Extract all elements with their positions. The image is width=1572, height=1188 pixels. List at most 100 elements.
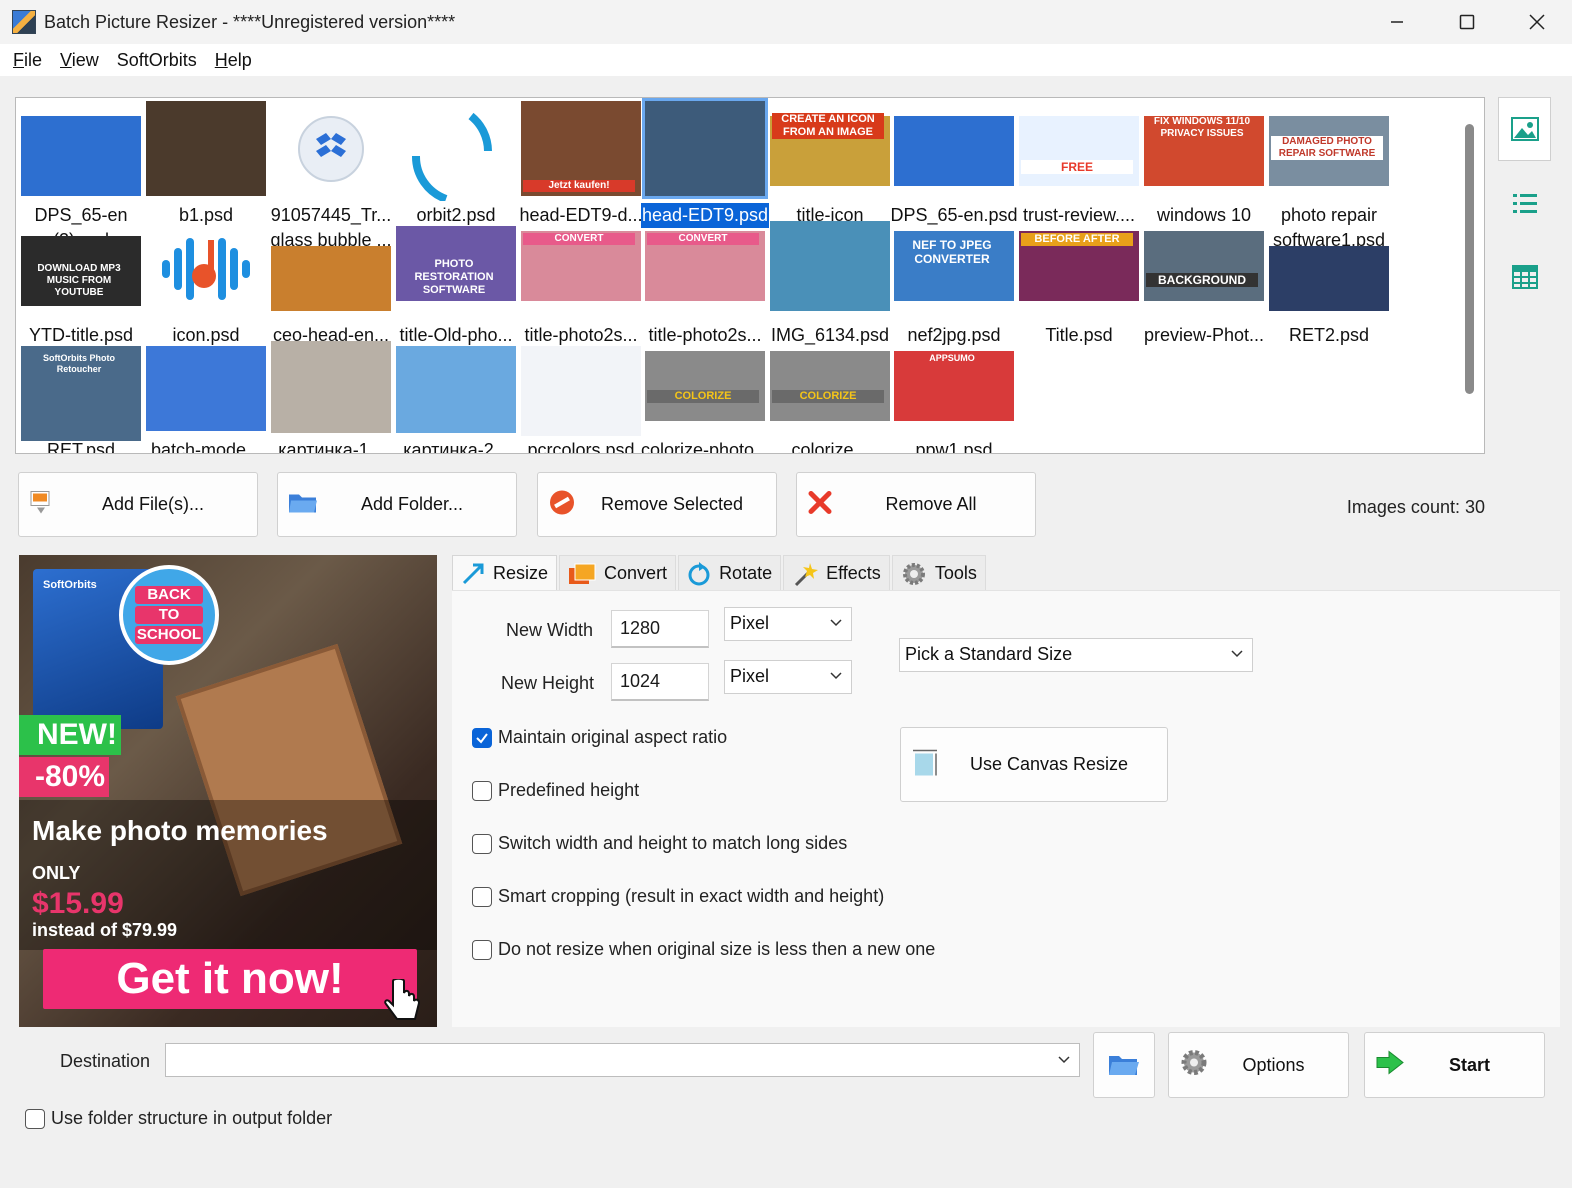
thumbnail-image xyxy=(396,346,516,433)
thumbnail-image xyxy=(642,98,768,199)
destination-combobox[interactable] xyxy=(165,1043,1080,1077)
thumbnail-item[interactable]: RET2.psd xyxy=(1267,98,1391,345)
menu-help[interactable]: Help xyxy=(206,50,261,71)
title-bar: Batch Picture Resizer - ****Unregistered… xyxy=(0,0,1572,44)
promo-discount: -80% xyxy=(19,757,109,797)
thumbnail-label: photo repair xyxy=(1280,205,1378,225)
list-view-button[interactable] xyxy=(1498,171,1551,235)
browse-destination-button[interactable] xyxy=(1093,1032,1155,1098)
thumbnail-label: title-Old-pho... xyxy=(399,325,513,345)
folder-structure-label: Use folder structure in output folder xyxy=(51,1108,333,1128)
resize-option[interactable]: Predefined height xyxy=(472,780,639,801)
maximize-button[interactable] xyxy=(1432,0,1502,44)
promo-headline: Make photo memories xyxy=(32,815,328,846)
settings-tabs: Resize Convert Rotate Effects Tools xyxy=(452,555,988,591)
convert-icon xyxy=(568,562,596,586)
thumbnail-image xyxy=(146,346,266,431)
thumbnail-label: ppw1.psd xyxy=(915,440,993,454)
standard-size-select[interactable]: Pick a Standard Size xyxy=(899,638,1253,672)
thumbnail-item[interactable]: colorize... xyxy=(768,98,892,453)
thumbnail-label: 91057445_Tr... xyxy=(270,205,392,225)
resize-option[interactable]: Maintain original aspect ratio xyxy=(472,727,727,748)
thumbnail-view-button[interactable] xyxy=(1498,97,1551,161)
promo-badge-line2: TO xyxy=(135,606,203,624)
thumbnail-caption: COLORIZE xyxy=(772,390,884,403)
add-folder-button[interactable]: Add Folder... xyxy=(277,472,517,537)
tab-rotate[interactable]: Rotate xyxy=(678,555,782,591)
resize-option-checkbox[interactable] xyxy=(472,833,492,854)
thumbnail-label: DPS_65-en xyxy=(34,205,128,225)
resize-option[interactable]: Smart cropping (result in exact width an… xyxy=(472,886,884,907)
menu-view[interactable]: View xyxy=(51,50,108,71)
thumbnail-caption: NEF TO JPEG CONVERTER xyxy=(896,238,1008,266)
folder-structure-option[interactable]: Use folder structure in output folder xyxy=(25,1108,332,1129)
close-button[interactable] xyxy=(1502,0,1572,44)
thumbnail-label: картинка-1... xyxy=(278,440,384,454)
promo-get-it-now-button[interactable]: Get it now! xyxy=(43,949,417,1009)
thumbnail-image xyxy=(770,221,890,311)
menu-softorbits[interactable]: SoftOrbits xyxy=(108,50,206,71)
thumbnail-caption: BACKGROUND xyxy=(1146,273,1258,287)
thumbnail-caption: FIX WINDOWS 11/10 PRIVACY ISSUES xyxy=(1146,116,1258,140)
tab-convert[interactable]: Convert xyxy=(559,555,677,591)
chevron-down-icon xyxy=(830,672,842,680)
options-button[interactable]: Options xyxy=(1168,1032,1349,1098)
table-view-button[interactable] xyxy=(1498,245,1551,309)
promo-badge-line3: SCHOOL xyxy=(135,626,203,644)
new-width-input[interactable]: 1280 xyxy=(611,610,709,648)
resize-option-checkbox[interactable] xyxy=(472,886,492,907)
thumbnail-image xyxy=(894,116,1014,186)
promo-only: ONLY xyxy=(32,863,81,883)
promo-brand: SoftOrbits xyxy=(43,579,97,591)
checkmark-icon xyxy=(476,732,488,744)
resize-option-checkbox[interactable] xyxy=(472,939,492,960)
thumbnail-caption: DOWNLOAD MP3 MUSIC FROM YOUTUBE xyxy=(23,263,135,299)
hand-cursor-icon xyxy=(384,979,421,1020)
resize-option-checkbox[interactable] xyxy=(472,727,492,748)
thumbnail-label: b1.psd xyxy=(178,205,234,225)
resize-option-checkbox[interactable] xyxy=(472,780,492,801)
folder-structure-checkbox[interactable] xyxy=(25,1108,45,1129)
menu-file[interactable]: File xyxy=(4,50,51,71)
list-icon xyxy=(1512,194,1537,213)
window-controls xyxy=(1362,0,1572,44)
remove-selected-button[interactable]: Remove Selected xyxy=(537,472,777,537)
thumbnail-label: icon.psd xyxy=(172,325,240,345)
thumbnail-item[interactable]: batch-mode... xyxy=(144,98,268,453)
new-height-input[interactable]: 1024 xyxy=(611,663,709,701)
resize-option[interactable]: Do not resize when original size is less… xyxy=(472,939,935,960)
thumbnail-item[interactable]: colorize-photo... xyxy=(641,98,769,453)
thumbnail-item[interactable]: картинка-1... xyxy=(269,98,393,453)
table-icon xyxy=(1511,265,1538,289)
thumbnail-item[interactable]: ppw1.psd xyxy=(892,98,1016,453)
resize-option[interactable]: Switch width and height to match long si… xyxy=(472,833,847,854)
start-button[interactable]: Start xyxy=(1364,1032,1545,1098)
tab-effects[interactable]: Effects xyxy=(783,555,890,591)
thumbnail-image xyxy=(1144,231,1264,301)
thumbnail-item[interactable]: Title.psd xyxy=(1017,98,1141,345)
thumbnail-label: RET2.psd xyxy=(1288,325,1370,345)
add-files-button[interactable]: Add File(s)... xyxy=(18,472,258,537)
thumbnail-item[interactable]: RET.psd xyxy=(19,98,143,453)
canvas-resize-button[interactable]: Use Canvas Resize xyxy=(900,727,1168,802)
thumbnail-item[interactable]: картинка-2... xyxy=(394,98,518,453)
menu-softorbits-label: SoftOrbits xyxy=(116,49,197,70)
minimize-button[interactable] xyxy=(1362,0,1432,44)
image-list-scrollbar[interactable] xyxy=(1465,124,1474,394)
promo-banner[interactable]: SoftOrbits BACK TO SCHOOL NEW! -80% Make… xyxy=(19,555,437,1027)
width-unit-select[interactable]: Pixel xyxy=(724,607,852,641)
thumbnail-item[interactable]: pcrcolors.psd xyxy=(519,98,643,453)
tab-tools[interactable]: Tools xyxy=(891,555,986,591)
thumbnail-label: IMG_6134.psd xyxy=(770,325,890,345)
resize-option-label: Predefined height xyxy=(498,780,640,800)
thumbnail-caption: APPSUMO xyxy=(896,353,1008,364)
chevron-down-icon xyxy=(830,619,842,627)
thumbnail-label: batch-mode... xyxy=(150,440,262,454)
image-list[interactable]: DPS_65-en(2).psdb1.psd91057445_Tr...glas… xyxy=(15,97,1485,454)
thumbnail-item[interactable]: preview-Phot... xyxy=(1142,98,1266,345)
resize-icon xyxy=(461,562,485,586)
tab-resize[interactable]: Resize xyxy=(452,555,558,591)
remove-all-button[interactable]: Remove All xyxy=(796,472,1036,537)
thumbnail-label: title-photo2s... xyxy=(524,325,638,345)
height-unit-select[interactable]: Pixel xyxy=(724,660,852,694)
